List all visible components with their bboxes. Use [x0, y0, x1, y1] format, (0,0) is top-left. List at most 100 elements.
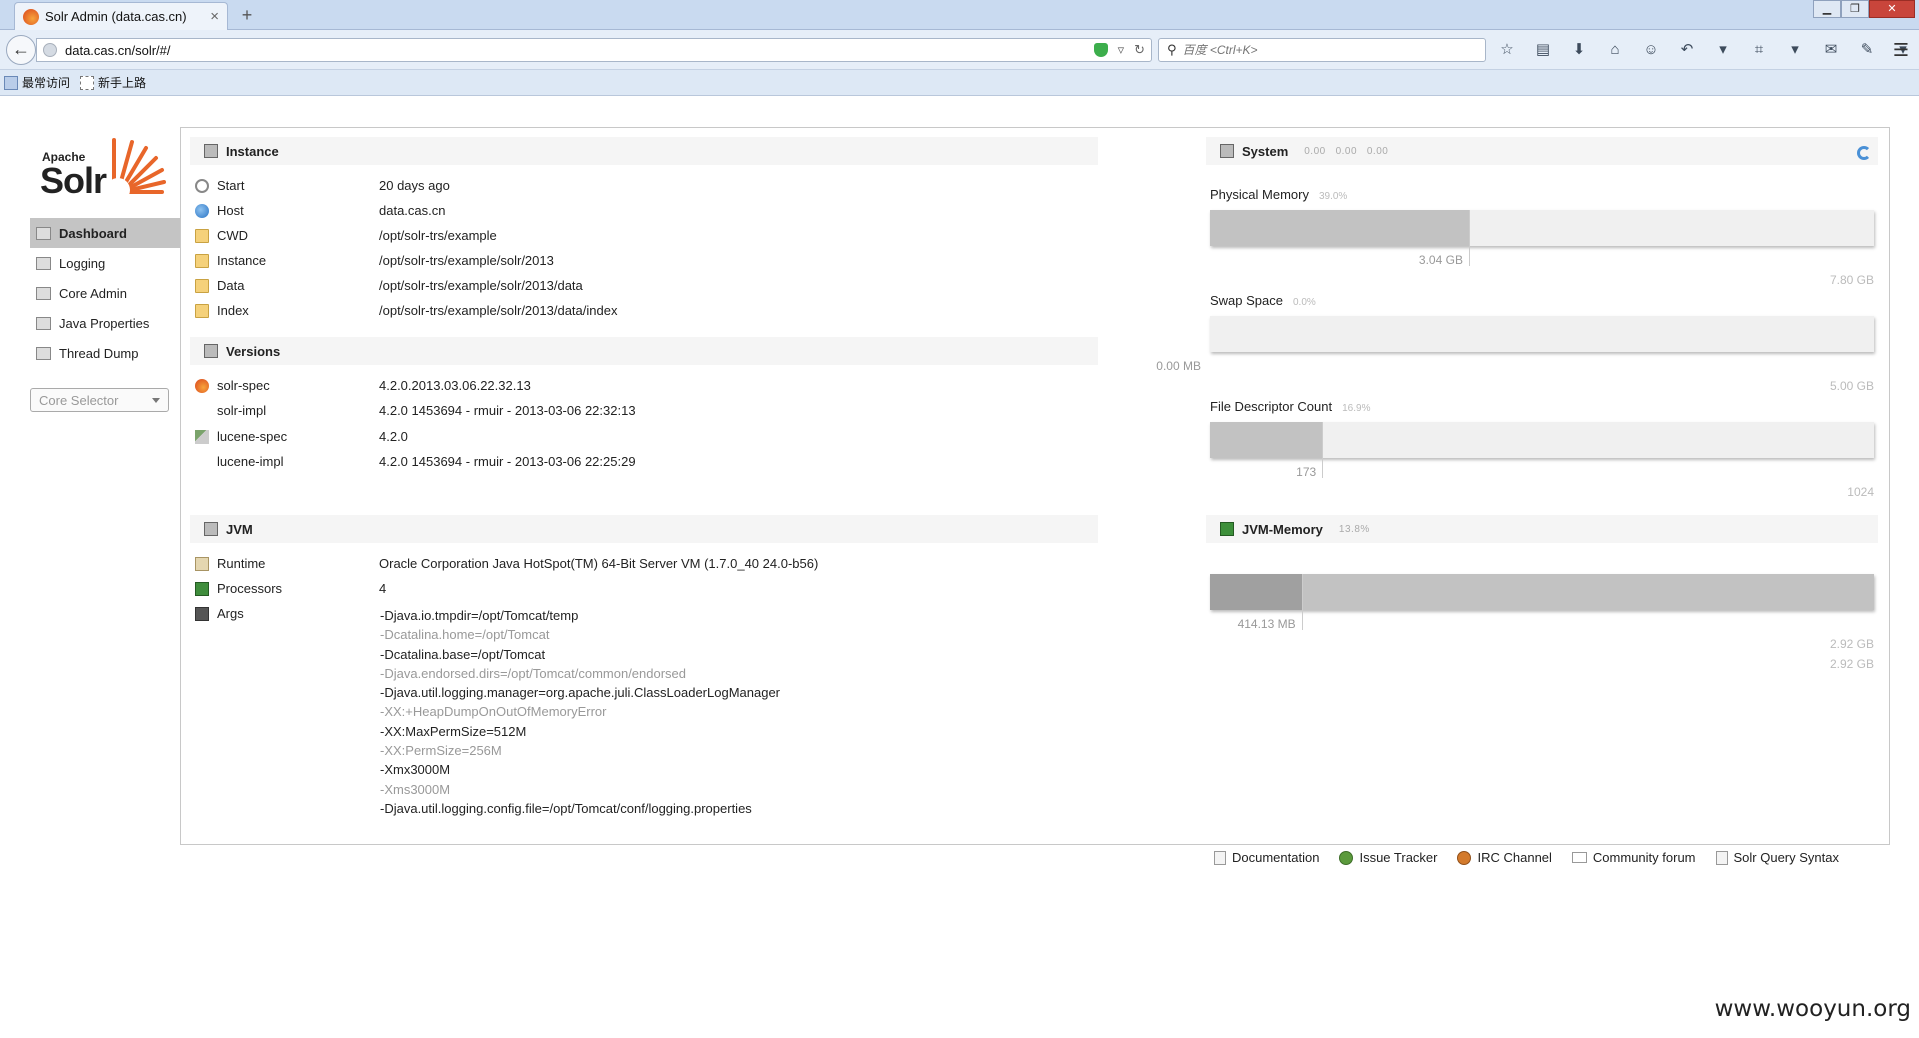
row-label: lucene-spec — [217, 429, 288, 444]
row-label: Host — [217, 203, 244, 218]
fd-count-total: 1024 — [1847, 485, 1874, 499]
load-15: 0.00 — [1366, 145, 1389, 157]
search-icon: ⚲ — [1167, 42, 1177, 57]
instance-row-host: Host data.cas.cn — [195, 198, 1095, 223]
instance-header: Instance — [190, 137, 1098, 165]
download-icon[interactable]: ⬇ — [1568, 40, 1590, 60]
browser-titlebar: Solr Admin (data.cas.cn) × + ▁ ❐ ✕ — [0, 0, 1919, 30]
row-value: 20 days ago — [379, 178, 450, 193]
bug-icon — [1339, 850, 1354, 865]
sidebar-nav: Dashboard Logging Core Admin Java Proper… — [30, 218, 180, 368]
close-window-icon[interactable]: ✕ — [1869, 0, 1915, 18]
folder-icon — [195, 278, 209, 293]
physical-memory-label: Physical Memory 39.0% — [1210, 187, 1348, 202]
folder-icon — [195, 228, 209, 243]
lucene-icon — [195, 429, 209, 444]
footer-links: Documentation Issue Tracker IRC Channel … — [1214, 850, 1839, 865]
jvm-memory-committed: 2.92 GB — [1829, 637, 1874, 651]
load-1: 0.00 — [1304, 145, 1326, 157]
jvm-memory-used: 414.13 MB — [1237, 617, 1296, 631]
smiley-icon[interactable]: ☺ — [1640, 40, 1662, 60]
search-input[interactable] — [1182, 43, 1477, 57]
bookmark-most-visited[interactable]: 最常访问 — [4, 74, 70, 91]
sidebar-item-label: Dashboard — [59, 225, 127, 241]
shield-icon[interactable] — [1093, 43, 1108, 57]
core-admin-icon — [36, 286, 51, 300]
bookmark-star-icon[interactable]: ☆ — [1496, 40, 1518, 60]
instance-row-instance: Instance /opt/solr-trs/example/solr/2013 — [195, 248, 1095, 273]
jvm-memory-bar — [1210, 574, 1874, 610]
physical-memory-pct: 39.0% — [1318, 191, 1348, 202]
undo-icon[interactable]: ↶ — [1676, 40, 1698, 60]
issue-tracker-link[interactable]: Issue Tracker — [1339, 850, 1437, 865]
document-icon — [1214, 850, 1226, 865]
documentation-link[interactable]: Documentation — [1214, 850, 1319, 865]
jvm-memory-used-fill — [1210, 574, 1302, 610]
url-text[interactable]: data.cas.cn/solr/#/ — [65, 43, 1094, 58]
instance-row-index: Index /opt/solr-trs/example/solr/2013/da… — [195, 298, 1095, 323]
site-identity-icon[interactable] — [43, 43, 57, 57]
dropdown-icon[interactable]: ▿ — [1118, 42, 1125, 58]
crop-icon[interactable]: ⌗ — [1748, 40, 1770, 60]
swap-space-label: Swap Space 0.0% — [1210, 293, 1316, 308]
jvm-icon — [204, 522, 218, 536]
row-label: CWD — [217, 228, 249, 243]
extension-icon[interactable]: ✎ — [1856, 40, 1878, 60]
jvm-arg: -Dcatalina.base=/opt/Tomcat — [380, 646, 546, 662]
bookmarks-list-icon[interactable]: ▤ — [1532, 40, 1554, 60]
row-value: /opt/solr-trs/example — [379, 228, 497, 243]
bookmark-page-icon — [80, 75, 95, 90]
solr-icon — [195, 378, 209, 393]
chat-icon[interactable]: ✉ — [1820, 40, 1842, 60]
home-icon[interactable]: ⌂ — [1604, 40, 1626, 60]
bookmark-label: 新手上路 — [98, 76, 147, 90]
maximize-icon[interactable]: ❐ — [1841, 0, 1869, 18]
instance-row-data: Data /opt/solr-trs/example/solr/2013/dat… — [195, 273, 1095, 298]
query-syntax-link[interactable]: Solr Query Syntax — [1715, 850, 1839, 865]
core-selector[interactable]: Core Selector — [30, 388, 169, 412]
back-button[interactable]: ← — [6, 35, 36, 65]
row-label: Start — [217, 178, 245, 193]
sidebar-item-thread-dump[interactable]: Thread Dump — [30, 338, 180, 368]
link-label: Issue Tracker — [1359, 850, 1438, 865]
row-label: Index — [217, 303, 249, 318]
solr-logo[interactable]: Apache Solr — [40, 134, 170, 201]
window-controls: ▁ ❐ ✕ — [1813, 0, 1915, 18]
sidebar-item-logging[interactable]: Logging — [30, 248, 180, 278]
physical-memory-used: 3.04 GB — [1418, 253, 1463, 267]
browser-tab[interactable]: Solr Admin (data.cas.cn) × — [14, 2, 228, 30]
jvm-arg: -Xms3000M — [380, 781, 451, 797]
core-selector-label: Core Selector — [39, 392, 119, 408]
versions-row-lucene-impl: lucene-impl 4.2.0 1453694 - rmuir - 2013… — [195, 449, 1095, 474]
menu-icon[interactable]: ☰ — [1893, 40, 1909, 61]
address-bar[interactable]: data.cas.cn/solr/#/ ▿ ↻ — [36, 38, 1152, 62]
bookmark-getting-started[interactable]: 新手上路 — [80, 74, 146, 91]
versions-row-lucene-spec: lucene-spec 4.2.0 — [195, 424, 1095, 449]
sidebar-item-core-admin[interactable]: Core Admin — [30, 278, 180, 308]
search-box[interactable]: ⚲ — [1158, 38, 1486, 62]
dropdown-icon[interactable]: ▾ — [1784, 40, 1806, 60]
sidebar-item-java-properties[interactable]: Java Properties — [30, 308, 180, 338]
section-title: Versions — [226, 343, 281, 359]
community-forum-link[interactable]: Community forum — [1571, 850, 1696, 865]
physical-memory-total: 7.80 GB — [1829, 273, 1874, 287]
jvm-memory-used-marker — [1301, 574, 1303, 630]
sidebar-item-dashboard[interactable]: Dashboard — [30, 218, 180, 248]
dropdown-icon[interactable]: ▾ — [1712, 40, 1734, 60]
link-label: IRC Channel — [1477, 850, 1552, 865]
refresh-icon[interactable] — [1857, 146, 1871, 160]
irc-channel-link[interactable]: IRC Channel — [1457, 850, 1552, 865]
reload-icon[interactable]: ↻ — [1134, 42, 1145, 58]
link-label: Community forum — [1592, 850, 1696, 865]
watermark: www.wooyun.org — [1714, 996, 1911, 1022]
row-label: solr-impl — [217, 403, 267, 418]
physical-memory-bar-fill — [1210, 210, 1469, 246]
close-tab-icon[interactable]: × — [210, 8, 219, 25]
jvm-arg: -Djava.endorsed.dirs=/opt/Tomcat/common/… — [380, 665, 687, 681]
row-value: 4.2.0 1453694 - rmuir - 2013-03-06 22:25… — [379, 454, 636, 469]
new-tab-button[interactable]: + — [236, 4, 258, 26]
swap-space-used: 0.00 MB — [1156, 359, 1201, 373]
fd-count-used: 173 — [1296, 465, 1317, 479]
minimize-icon[interactable]: ▁ — [1813, 0, 1841, 18]
row-value: Oracle Corporation Java HotSpot(TM) 64-B… — [379, 556, 819, 571]
